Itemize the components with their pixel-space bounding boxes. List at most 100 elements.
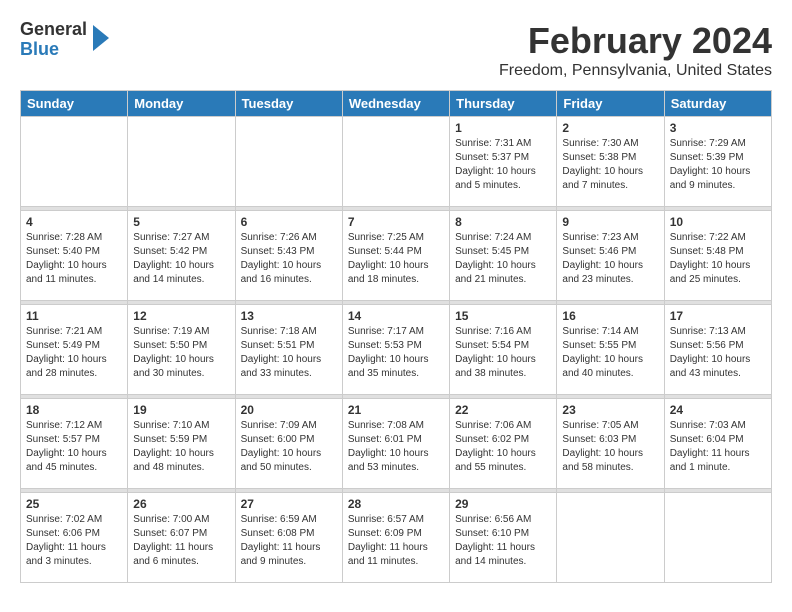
location: Freedom, Pennsylvania, United States [499,62,772,80]
day-info: Sunrise: 7:09 AM Sunset: 6:00 PM Dayligh… [241,419,337,475]
day-info: Sunrise: 7:08 AM Sunset: 6:01 PM Dayligh… [348,419,444,475]
day-info: Sunrise: 7:14 AM Sunset: 5:55 PM Dayligh… [562,325,658,381]
calendar-cell: 16 Sunrise: 7:14 AM Sunset: 5:55 PM Dayli… [557,305,664,395]
title-block: February 2024 Freedom, Pennsylvania, Uni… [499,20,772,80]
day-info: Sunrise: 7:25 AM Sunset: 5:44 PM Dayligh… [348,231,444,287]
calendar-cell: 26 Sunrise: 7:00 AM Sunset: 6:07 PM Dayli… [128,493,235,583]
day-number: 23 [562,403,658,417]
calendar-cell [342,117,449,207]
calendar-cell: 15 Sunrise: 7:16 AM Sunset: 5:54 PM Dayli… [450,305,557,395]
day-number: 14 [348,309,444,323]
day-number: 26 [133,497,229,511]
day-number: 15 [455,309,551,323]
day-number: 6 [241,215,337,229]
calendar-week-2: 4 Sunrise: 7:28 AM Sunset: 5:40 PM Daylig… [21,211,772,301]
weekday-header-friday: Friday [557,91,664,117]
calendar-cell: 3 Sunrise: 7:29 AM Sunset: 5:39 PM Daylig… [664,117,771,207]
calendar-cell: 11 Sunrise: 7:21 AM Sunset: 5:49 PM Dayli… [21,305,128,395]
day-number: 20 [241,403,337,417]
calendar-cell [664,493,771,583]
day-info: Sunrise: 7:29 AM Sunset: 5:39 PM Dayligh… [670,137,766,193]
calendar-cell: 2 Sunrise: 7:30 AM Sunset: 5:38 PM Daylig… [557,117,664,207]
day-info: Sunrise: 7:23 AM Sunset: 5:46 PM Dayligh… [562,231,658,287]
calendar-cell [21,117,128,207]
calendar-cell [557,493,664,583]
day-number: 10 [670,215,766,229]
day-number: 16 [562,309,658,323]
weekday-header-wednesday: Wednesday [342,91,449,117]
day-number: 2 [562,121,658,135]
calendar-cell: 4 Sunrise: 7:28 AM Sunset: 5:40 PM Daylig… [21,211,128,301]
weekday-header-thursday: Thursday [450,91,557,117]
day-info: Sunrise: 7:30 AM Sunset: 5:38 PM Dayligh… [562,137,658,193]
day-number: 28 [348,497,444,511]
day-number: 24 [670,403,766,417]
calendar-cell: 14Sunrise: 7:17 AM Sunset: 5:53 PM Dayli… [342,305,449,395]
calendar-cell: 29 Sunrise: 6:56 AM Sunset: 6:10 PM Dayli… [450,493,557,583]
calendar-cell: 19 Sunrise: 7:10 AM Sunset: 5:59 PM Dayli… [128,399,235,489]
day-number: 7 [348,215,444,229]
page-header: General Blue February 2024 Freedom, Penn… [20,20,772,80]
day-info: Sunrise: 7:03 AM Sunset: 6:04 PM Dayligh… [670,419,766,475]
weekday-header-sunday: Sunday [21,91,128,117]
day-info: Sunrise: 7:21 AM Sunset: 5:49 PM Dayligh… [26,325,122,381]
day-number: 25 [26,497,122,511]
day-number: 22 [455,403,551,417]
logo-blue: Blue [20,40,87,60]
day-info: Sunrise: 6:56 AM Sunset: 6:10 PM Dayligh… [455,513,551,569]
day-info: Sunrise: 7:22 AM Sunset: 5:48 PM Dayligh… [670,231,766,287]
calendar-cell: 5Sunrise: 7:27 AM Sunset: 5:42 PM Daylig… [128,211,235,301]
day-info: Sunrise: 7:16 AM Sunset: 5:54 PM Dayligh… [455,325,551,381]
calendar-week-4: 18Sunrise: 7:12 AM Sunset: 5:57 PM Dayli… [21,399,772,489]
day-info: Sunrise: 6:57 AM Sunset: 6:09 PM Dayligh… [348,513,444,569]
calendar-cell: 9 Sunrise: 7:23 AM Sunset: 5:46 PM Daylig… [557,211,664,301]
calendar-cell: 25 Sunrise: 7:02 AM Sunset: 6:06 PM Dayli… [21,493,128,583]
day-info: Sunrise: 7:12 AM Sunset: 5:57 PM Dayligh… [26,419,122,475]
day-number: 27 [241,497,337,511]
calendar-cell: 17Sunrise: 7:13 AM Sunset: 5:56 PM Dayli… [664,305,771,395]
calendar-cell: 12 Sunrise: 7:19 AM Sunset: 5:50 PM Dayli… [128,305,235,395]
day-info: Sunrise: 7:00 AM Sunset: 6:07 PM Dayligh… [133,513,229,569]
day-number: 11 [26,309,122,323]
calendar-cell: 20 Sunrise: 7:09 AM Sunset: 6:00 PM Dayli… [235,399,342,489]
calendar-cell: 23 Sunrise: 7:05 AM Sunset: 6:03 PM Dayli… [557,399,664,489]
day-info: Sunrise: 7:10 AM Sunset: 5:59 PM Dayligh… [133,419,229,475]
day-number: 29 [455,497,551,511]
day-number: 13 [241,309,337,323]
calendar-cell [235,117,342,207]
logo-icon [89,23,113,53]
logo: General Blue [20,20,113,60]
calendar-cell: 28 Sunrise: 6:57 AM Sunset: 6:09 PM Dayli… [342,493,449,583]
day-info: Sunrise: 7:28 AM Sunset: 5:40 PM Dayligh… [26,231,122,287]
calendar-cell: 13Sunrise: 7:18 AM Sunset: 5:51 PM Dayli… [235,305,342,395]
day-number: 5 [133,215,229,229]
calendar-cell: 6 Sunrise: 7:26 AM Sunset: 5:43 PM Daylig… [235,211,342,301]
day-number: 1 [455,121,551,135]
day-number: 4 [26,215,122,229]
day-info: Sunrise: 6:59 AM Sunset: 6:08 PM Dayligh… [241,513,337,569]
weekday-header-monday: Monday [128,91,235,117]
day-number: 17 [670,309,766,323]
day-number: 8 [455,215,551,229]
day-info: Sunrise: 7:31 AM Sunset: 5:37 PM Dayligh… [455,137,551,193]
calendar-cell: 18Sunrise: 7:12 AM Sunset: 5:57 PM Dayli… [21,399,128,489]
calendar-week-1: 1 Sunrise: 7:31 AM Sunset: 5:37 PM Daylig… [21,117,772,207]
day-number: 21 [348,403,444,417]
calendar-cell: 7 Sunrise: 7:25 AM Sunset: 5:44 PM Daylig… [342,211,449,301]
day-info: Sunrise: 7:05 AM Sunset: 6:03 PM Dayligh… [562,419,658,475]
day-number: 9 [562,215,658,229]
day-info: Sunrise: 7:19 AM Sunset: 5:50 PM Dayligh… [133,325,229,381]
calendar-header-row: SundayMondayTuesdayWednesdayThursdayFrid… [21,91,772,117]
day-info: Sunrise: 7:02 AM Sunset: 6:06 PM Dayligh… [26,513,122,569]
day-info: Sunrise: 7:26 AM Sunset: 5:43 PM Dayligh… [241,231,337,287]
day-number: 12 [133,309,229,323]
day-number: 19 [133,403,229,417]
calendar-cell: 22 Sunrise: 7:06 AM Sunset: 6:02 PM Dayli… [450,399,557,489]
calendar-cell: 8Sunrise: 7:24 AM Sunset: 5:45 PM Daylig… [450,211,557,301]
calendar-cell [128,117,235,207]
day-info: Sunrise: 7:06 AM Sunset: 6:02 PM Dayligh… [455,419,551,475]
day-number: 3 [670,121,766,135]
weekday-header-saturday: Saturday [664,91,771,117]
calendar-week-3: 11 Sunrise: 7:21 AM Sunset: 5:49 PM Dayli… [21,305,772,395]
calendar-week-5: 25 Sunrise: 7:02 AM Sunset: 6:06 PM Dayli… [21,493,772,583]
